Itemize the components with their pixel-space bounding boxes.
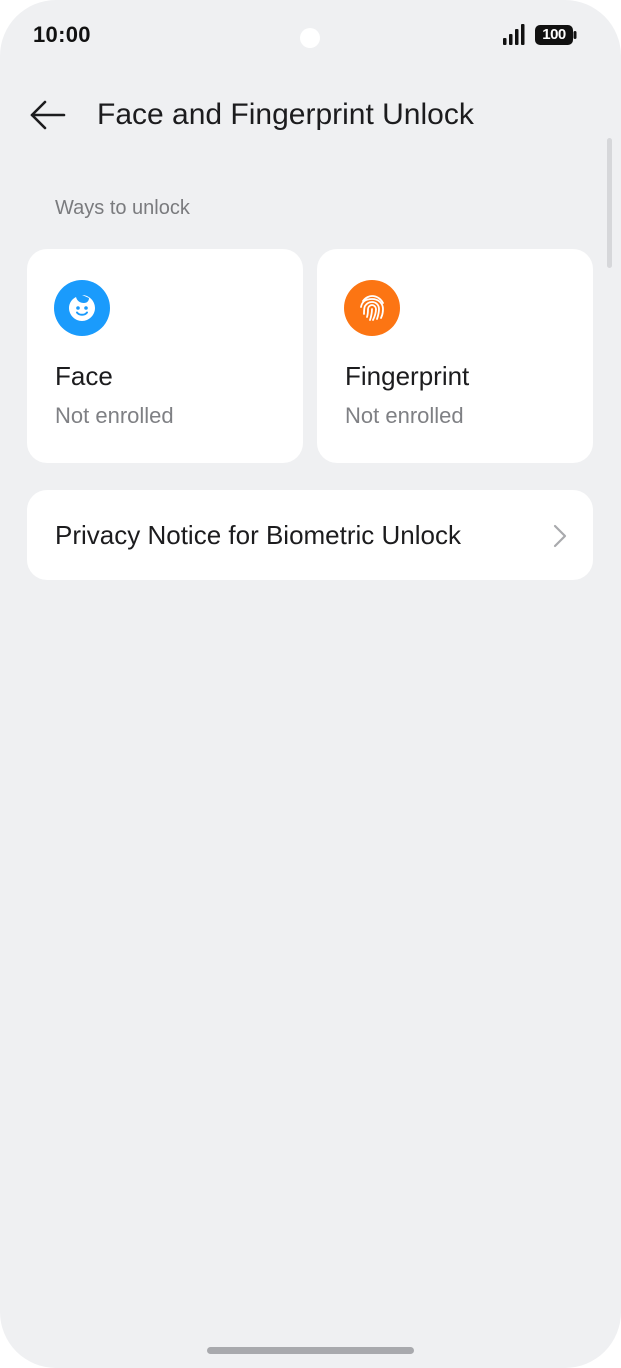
status-time: 10:00 (33, 22, 91, 47)
chevron-right-icon (553, 524, 567, 548)
fingerprint-status: Not enrolled (345, 403, 464, 428)
face-status: Not enrolled (55, 403, 174, 428)
battery-level: 100 (542, 26, 566, 43)
fingerprint-icon (344, 280, 400, 336)
privacy-notice-row[interactable]: Privacy Notice for Biometric Unlock (27, 490, 593, 580)
face-unlock-card[interactable]: Face Not enrolled (27, 249, 303, 463)
arrow-left-icon (30, 100, 66, 130)
phone-screen: 10:00 100 Face and Fingerprint Unlock Wa… (0, 0, 621, 1368)
front-camera (300, 28, 320, 48)
fingerprint-label: Fingerprint (345, 361, 470, 391)
section-title: Ways to unlock (55, 197, 190, 219)
face-icon (54, 280, 110, 336)
back-button[interactable] (22, 92, 74, 138)
face-label: Face (55, 361, 113, 391)
page-title: Face and Fingerprint Unlock (97, 98, 474, 131)
home-indicator[interactable] (207, 1347, 414, 1354)
signal-icon (503, 24, 525, 45)
privacy-notice-label: Privacy Notice for Biometric Unlock (55, 520, 461, 550)
fingerprint-unlock-card[interactable]: Fingerprint Not enrolled (317, 249, 593, 463)
scrollbar[interactable] (607, 138, 612, 268)
